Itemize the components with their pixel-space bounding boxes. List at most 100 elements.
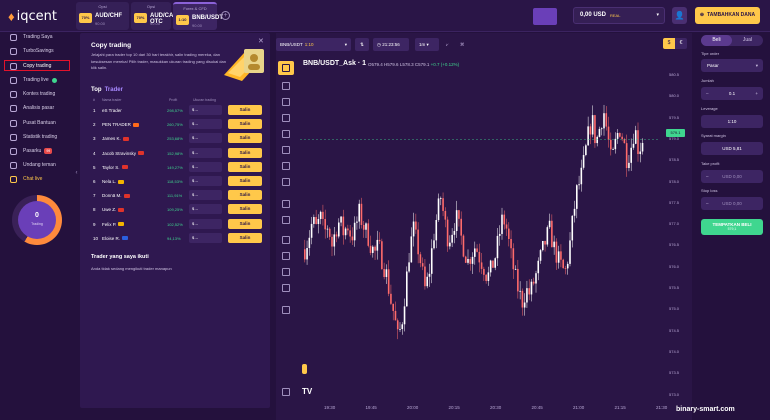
trade-size-input[interactable]: $ -- <box>189 105 222 115</box>
trade-size-input[interactable]: $ -- <box>189 218 222 229</box>
trade-size-input[interactable]: $ -- <box>189 147 222 158</box>
brand-logo[interactable]: ♦ iqcent <box>8 8 57 24</box>
gift-icon[interactable] <box>533 8 557 25</box>
stop-loss-field[interactable]: – USD 0,00 <box>701 197 763 210</box>
sidebar-item-turbosavings[interactable]: TurboSavings <box>10 45 70 57</box>
order-type-select[interactable]: Pasar ▾ <box>701 59 763 72</box>
trade-size-input[interactable]: $ -- <box>189 119 222 130</box>
asset-selector[interactable]: BNB/USDT 1:10 ▾ <box>276 38 351 51</box>
timeframe-selector[interactable]: 1m ▾ <box>415 38 439 51</box>
time-scroll-handle[interactable] <box>302 364 307 374</box>
sidebar-item-statistik-trading[interactable]: Statistik trading <box>10 131 70 143</box>
trader-name: Felix P. <box>102 221 117 227</box>
magnet-icon[interactable] <box>278 233 294 247</box>
trash-icon[interactable] <box>278 303 294 317</box>
copy-button[interactable]: Salin <box>228 176 262 186</box>
eye-icon[interactable] <box>278 281 294 295</box>
heart-icon[interactable] <box>278 175 294 189</box>
sidebar-item-pusat-bantuan[interactable]: Pusat Bantuan <box>10 117 70 129</box>
copy-button[interactable]: Salin <box>228 161 262 172</box>
zoom-icon[interactable] <box>278 213 294 227</box>
trade-size-input[interactable]: $ -- <box>189 190 222 201</box>
asset-tab-2[interactable]: Opsi 70% AUD/CAD OTC 90.00 <box>131 2 178 30</box>
amount-stepper[interactable]: – 0.1 + <box>701 87 763 100</box>
top-traders-title: Top Trader <box>91 87 123 93</box>
trader-name-cell[interactable]: eS Trader <box>102 108 122 113</box>
trade-size-input[interactable]: $ -- <box>189 204 222 215</box>
candlestick-chart[interactable] <box>300 70 660 400</box>
sidebar-item-undang-teman[interactable]: Undang teman <box>10 159 70 171</box>
candle-body <box>417 229 419 255</box>
sidebar-item-analisis-pasar[interactable]: Analisis pasar <box>10 102 70 114</box>
sell-tab[interactable]: Jual <box>732 35 763 46</box>
buy-sell-toggle[interactable]: Beli Jual <box>701 35 763 46</box>
sidebar-item-chat-live[interactable]: Chat live <box>10 173 70 185</box>
copy-button[interactable]: Salin <box>228 204 262 215</box>
trade-size-input[interactable]: $ -- <box>189 133 222 144</box>
trader-name-cell[interactable]: PEN TRADER <box>102 122 139 127</box>
layers-icon[interactable] <box>278 385 294 399</box>
sidebar-item-trading-live[interactable]: Trading live <box>10 74 70 86</box>
pen-lock-icon[interactable] <box>278 249 294 263</box>
trader-name-cell[interactable]: Nela L. <box>102 179 125 184</box>
text-icon[interactable] <box>278 127 294 141</box>
currency-usd[interactable]: $ <box>663 38 675 49</box>
candle-body <box>564 268 567 269</box>
deposit-button[interactable]: ⊕ TAMBAHKAN DANA <box>695 7 760 24</box>
trader-name-cell[interactable]: Taylor S. <box>102 165 128 170</box>
copy-button[interactable]: Salin <box>228 105 262 115</box>
trader-name-cell[interactable]: Uwe Z. <box>102 207 125 212</box>
settings-icon[interactable]: ⇅ <box>355 38 369 51</box>
asset-tab-3[interactable]: Forex & CFD 1:10 BNB/USDT 90.00 <box>173 2 223 30</box>
crosshair-icon[interactable] <box>278 61 294 75</box>
sidebar-item-kontes-trading[interactable]: Kontes trading <box>10 88 70 100</box>
trader-name-cell[interactable]: Felix P. <box>102 221 125 227</box>
take-profit-label: Take profit <box>701 161 720 166</box>
copy-button[interactable]: Salin <box>228 147 262 158</box>
copy-button[interactable]: Salin <box>228 119 262 130</box>
close-icon[interactable]: ✕ <box>258 37 264 45</box>
copy-button[interactable]: Salin <box>228 232 262 243</box>
candle-body <box>582 155 585 168</box>
horizontal-line-icon[interactable] <box>278 95 294 109</box>
minus-icon[interactable]: – <box>706 197 709 210</box>
indicator-icon[interactable]: ⌘ <box>460 38 471 51</box>
trader-profit: 149,27% <box>167 164 183 170</box>
copy-button[interactable]: Salin <box>228 190 262 201</box>
trade-size-input[interactable]: $ -- <box>189 176 222 186</box>
sidebar-item-pasarku[interactable]: Pasarku 99 <box>10 145 70 157</box>
plus-icon[interactable]: + <box>755 87 758 100</box>
pattern-icon[interactable] <box>278 143 294 157</box>
trader-name-cell[interactable]: James K. <box>102 136 129 141</box>
minus-icon[interactable]: – <box>706 170 709 183</box>
copy-button[interactable]: Salin <box>228 133 262 144</box>
trader-name-cell[interactable]: Eloise R. <box>102 236 129 241</box>
trader-name-cell[interactable]: Donnā M. <box>102 193 130 198</box>
brush-icon[interactable] <box>278 111 294 125</box>
buy-tab[interactable]: Beli <box>701 35 732 46</box>
leverage-field[interactable]: 1:10 <box>701 115 763 128</box>
ruler-icon[interactable] <box>278 197 294 211</box>
trendline-icon[interactable] <box>278 79 294 93</box>
candle-body <box>530 281 533 295</box>
copy-button[interactable]: Salin <box>228 218 262 229</box>
balance-selector[interactable]: 0,00 USD REAL ▾ <box>573 7 665 24</box>
add-asset-icon[interactable]: + <box>221 11 230 20</box>
take-profit-field[interactable]: – USD 0,00 <box>701 170 763 183</box>
currency-toggle[interactable]: $ € <box>663 38 687 49</box>
trade-size-input[interactable]: $ -- <box>189 232 222 243</box>
minus-icon[interactable]: – <box>706 87 709 100</box>
user-icon[interactable]: 👤 <box>672 7 687 24</box>
collapse-panel-icon[interactable]: ‹ <box>73 160 80 186</box>
place-buy-button[interactable]: TEMPATKAN BELI 579,1 <box>701 219 763 235</box>
line-chart-icon[interactable]: ⩗ <box>446 38 457 51</box>
currency-eur[interactable]: € <box>675 38 687 49</box>
trader-name-cell[interactable]: Jacob Stravinsky <box>102 151 145 156</box>
sidebar-item-copy-trading[interactable]: Copy trading <box>10 60 70 72</box>
sidebar-item-trading-saya[interactable]: Trading Saya <box>10 31 70 43</box>
time-tick: 19:30 <box>324 405 336 410</box>
fib-icon[interactable] <box>278 159 294 173</box>
trade-size-input[interactable]: $ -- <box>189 161 222 172</box>
lock-icon[interactable] <box>278 265 294 279</box>
asset-tab-1[interactable]: Opsi 70% AUD/CHF 90.00 <box>76 2 129 30</box>
